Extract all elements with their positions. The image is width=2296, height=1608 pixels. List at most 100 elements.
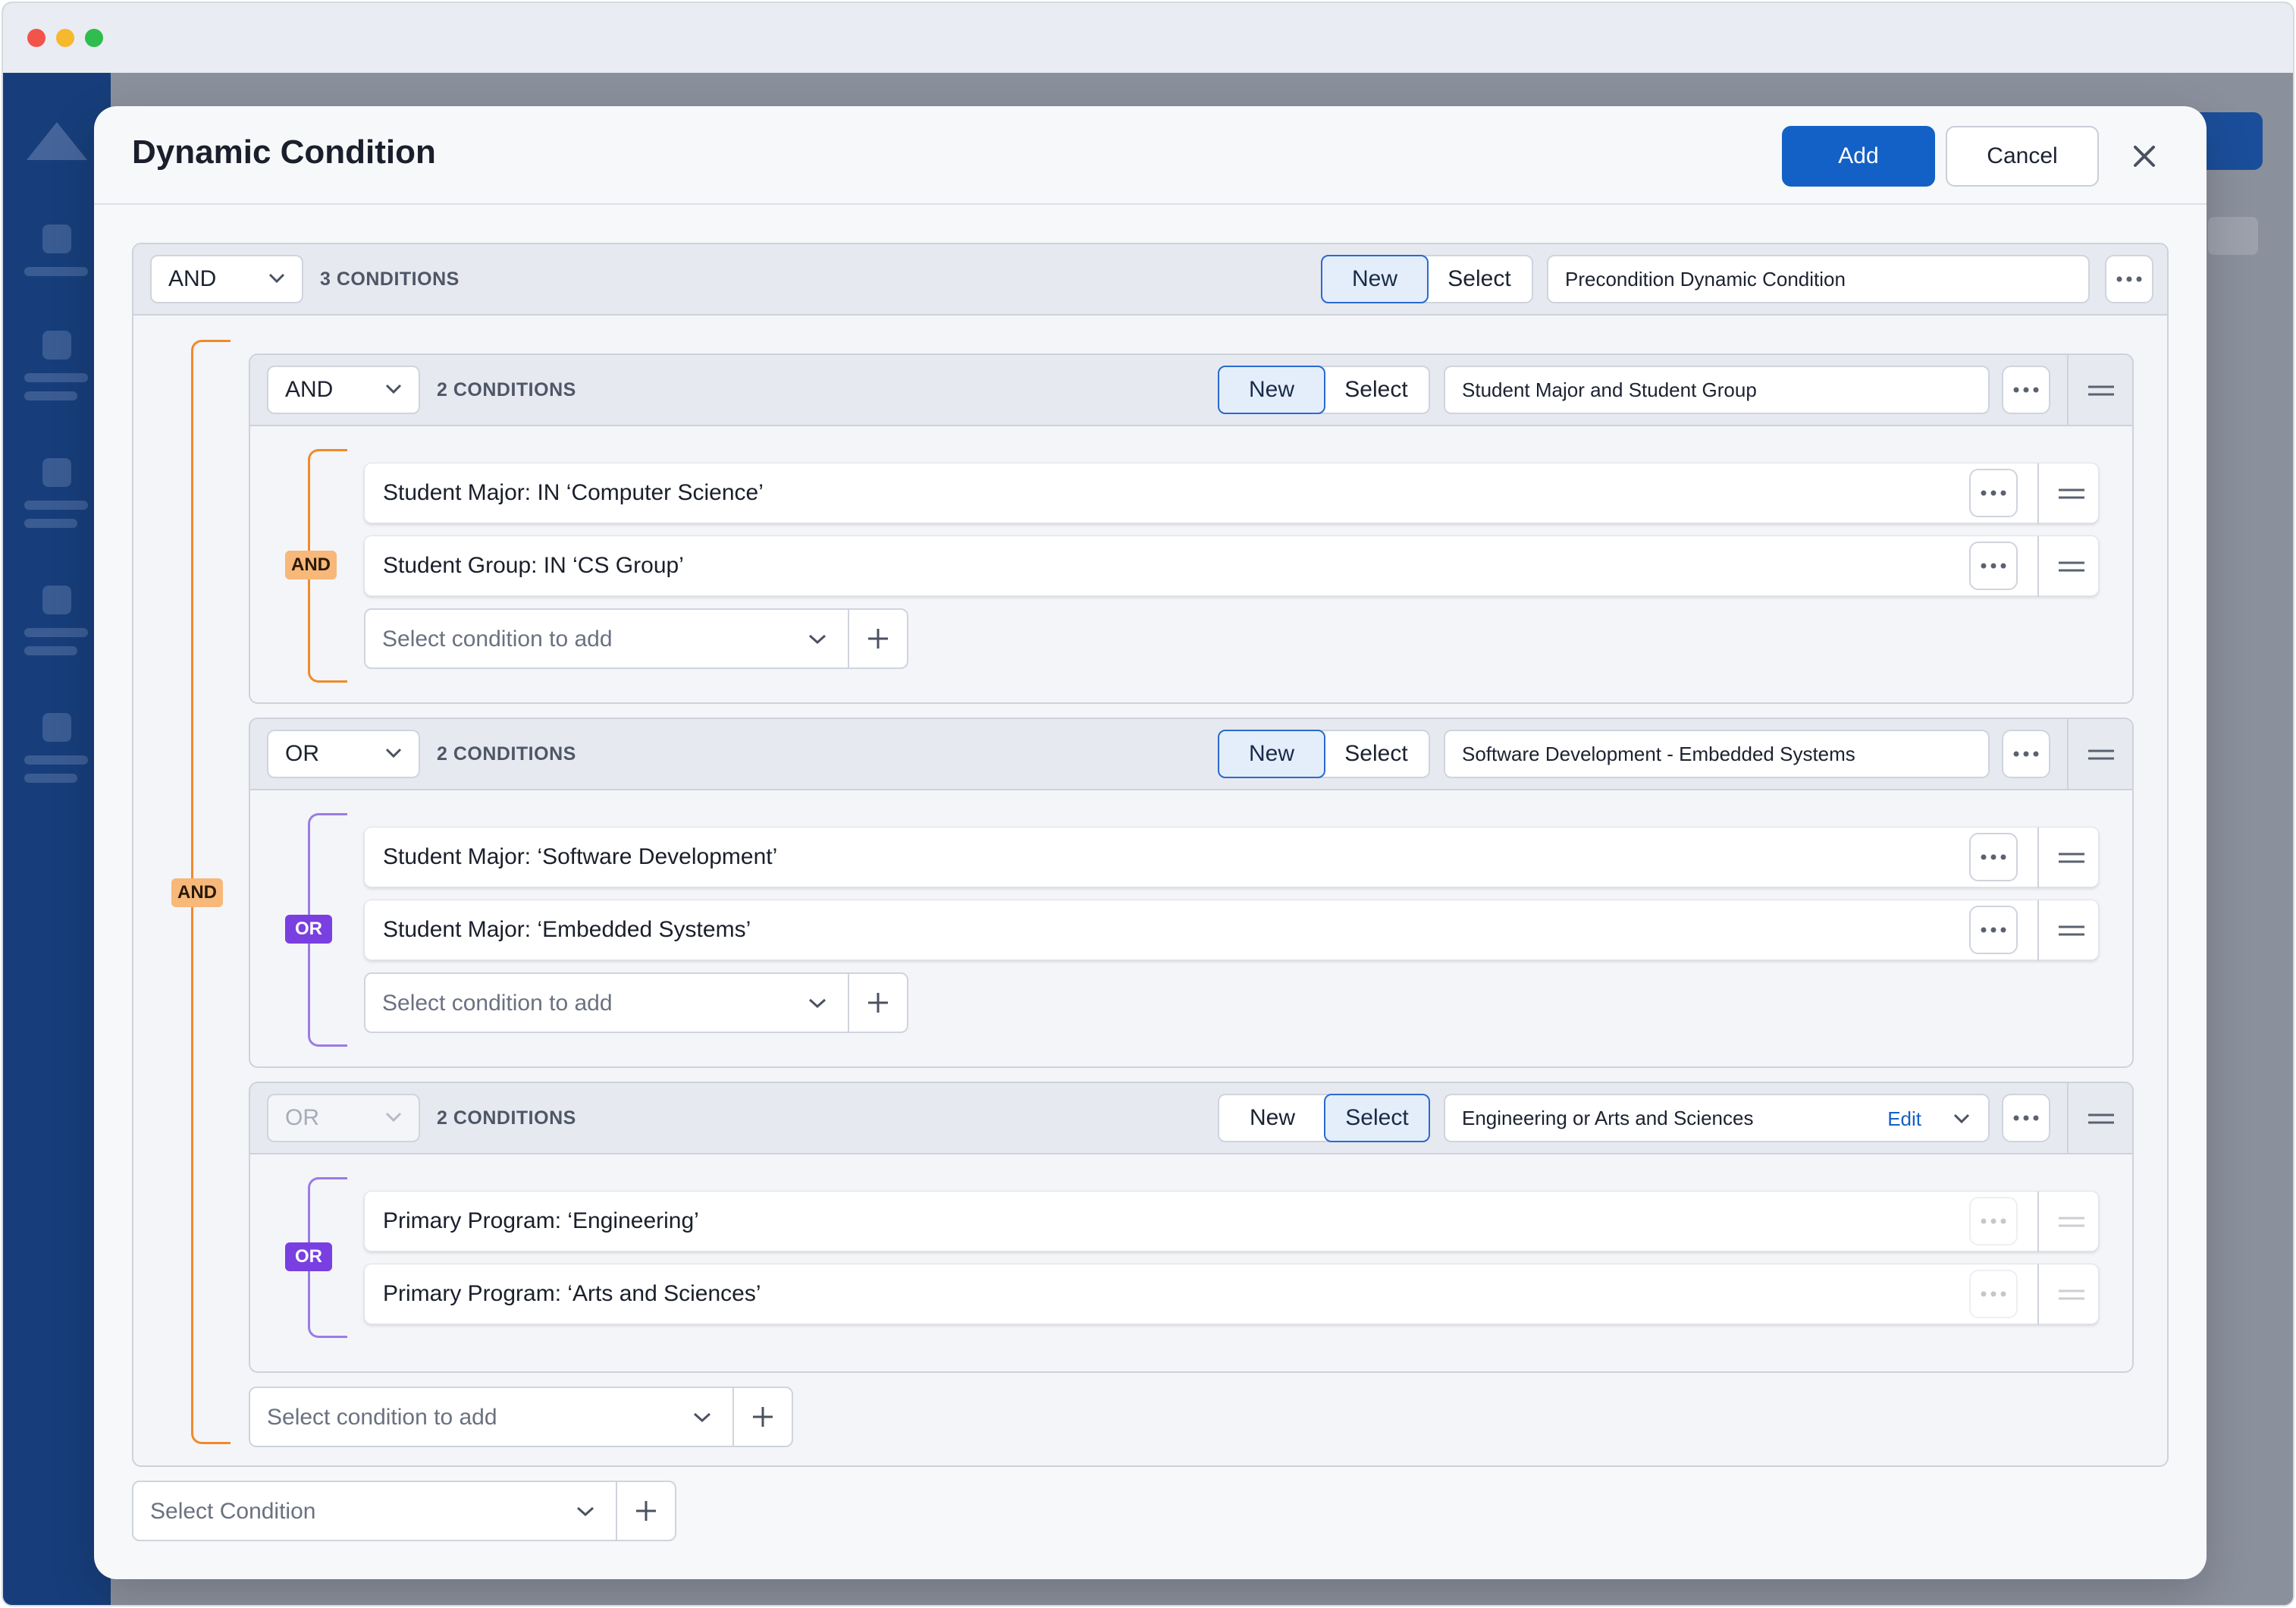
- minimize-window-dot[interactable]: [56, 29, 74, 47]
- divider: [2037, 463, 2039, 524]
- plus-icon: [636, 1501, 656, 1521]
- new-toggle-option[interactable]: New: [1321, 255, 1429, 303]
- edit-link[interactable]: Edit: [1887, 1107, 1921, 1131]
- drag-handle-icon[interactable]: [2059, 561, 2084, 572]
- add-condition-button[interactable]: [848, 974, 907, 1032]
- add-condition-dropdown[interactable]: Select condition to add: [267, 1405, 497, 1431]
- chevron-down-icon[interactable]: [693, 1412, 711, 1423]
- condition-name-value: Software Development - Embedded Systems: [1462, 742, 1855, 765]
- new-select-toggle: New Select: [1218, 1094, 1430, 1142]
- more-options-button[interactable]: [1969, 469, 2018, 517]
- maximize-window-dot[interactable]: [85, 29, 103, 47]
- select-toggle-option[interactable]: Select: [1324, 731, 1429, 777]
- more-horizontal-icon: [2013, 751, 2039, 757]
- close-icon[interactable]: [2123, 135, 2166, 177]
- condition-name-field[interactable]: Software Development - Embedded Systems: [1444, 730, 1990, 778]
- operator-value: AND: [285, 377, 334, 402]
- chevron-down-icon: [268, 273, 285, 284]
- drag-handle-icon[interactable]: [2059, 853, 2084, 863]
- sidebar-item[interactable]: [17, 225, 96, 316]
- operator-value: OR: [285, 1105, 319, 1130]
- chevron-down-icon: [385, 1112, 402, 1123]
- operator-value: OR: [285, 741, 319, 766]
- more-horizontal-icon: [1981, 927, 2006, 933]
- select-condition-dropdown[interactable]: Select Condition: [150, 1499, 315, 1525]
- more-options-button[interactable]: [2002, 366, 2050, 414]
- modal-header: Dynamic Condition Add Cancel: [94, 106, 2207, 205]
- condition-name-value: Precondition Dynamic Condition: [1565, 267, 1846, 291]
- or-badge: OR: [285, 915, 332, 944]
- sidebar-item[interactable]: [17, 331, 96, 422]
- select-toggle-option[interactable]: Select: [1324, 1094, 1430, 1142]
- new-toggle-option[interactable]: New: [1218, 366, 1325, 414]
- app-window: Dynamic Condition Add Cancel AND 3 CONDI…: [2, 2, 2294, 1606]
- condition-row[interactable]: Student Major: ‘Embedded Systems’: [364, 900, 2099, 961]
- new-toggle-option[interactable]: New: [1218, 730, 1325, 778]
- condition-name-field[interactable]: Precondition Dynamic Condition: [1547, 255, 2090, 303]
- modal-title: Dynamic Condition: [132, 133, 436, 171]
- drag-handle-icon[interactable]: [2059, 488, 2084, 499]
- close-window-dot[interactable]: [27, 29, 45, 47]
- add-condition-dropdown[interactable]: Select condition to add: [382, 627, 613, 652]
- condition-name-select[interactable]: Engineering or Arts and Sciences Edit: [1444, 1094, 1990, 1142]
- drag-handle-icon[interactable]: [2088, 749, 2114, 760]
- operator-value: AND: [168, 266, 217, 291]
- condition-label: Primary Program: ‘Engineering’: [383, 1208, 699, 1233]
- condition-label: Student Group: IN ‘CS Group’: [383, 553, 684, 578]
- condition-count: 2 CONDITIONS: [437, 1107, 576, 1129]
- drag-handle-icon[interactable]: [2059, 925, 2084, 936]
- more-options-button[interactable]: [2105, 255, 2153, 303]
- group-operator-dropdown[interactable]: AND: [267, 366, 420, 414]
- condition-name-value: Engineering or Arts and Sciences: [1462, 1106, 1754, 1129]
- plus-icon: [868, 993, 888, 1013]
- select-toggle-option[interactable]: Select: [1324, 367, 1429, 413]
- condition-count: 3 CONDITIONS: [320, 269, 460, 290]
- and-badge: AND: [285, 551, 337, 579]
- sidebar-item[interactable]: [17, 458, 96, 549]
- plus-icon: [753, 1407, 773, 1427]
- add-condition-button[interactable]: [732, 1388, 792, 1446]
- select-toggle-option[interactable]: Select: [1427, 256, 1532, 302]
- sidebar-item[interactable]: [17, 713, 96, 804]
- background-chip: [2208, 217, 2258, 255]
- cancel-button[interactable]: Cancel: [1946, 126, 2099, 187]
- drag-handle-icon[interactable]: [2088, 385, 2114, 396]
- more-options-button[interactable]: [2002, 730, 2050, 778]
- chevron-down-icon[interactable]: [576, 1506, 594, 1517]
- add-button[interactable]: Add: [1782, 126, 1935, 187]
- condition-label: Primary Program: ‘Arts and Sciences’: [383, 1281, 761, 1306]
- sidebar-item[interactable]: [17, 586, 96, 677]
- logo-icon: [27, 122, 87, 160]
- divider: [2037, 1264, 2039, 1325]
- chevron-down-icon[interactable]: [1953, 1113, 1970, 1124]
- drag-handle-icon[interactable]: [2088, 1113, 2114, 1124]
- more-options-button[interactable]: [1969, 833, 2018, 881]
- root-group-header: AND 3 CONDITIONS New Select Precondition…: [133, 244, 2167, 316]
- new-toggle-option[interactable]: New: [1219, 1095, 1325, 1141]
- more-options-button[interactable]: [1969, 542, 2018, 590]
- group-header: OR 2 CONDITIONS New Select Software Deve…: [250, 719, 2132, 790]
- chevron-down-icon[interactable]: [808, 998, 826, 1009]
- condition-row[interactable]: Student Major: ‘Software Development’: [364, 827, 2099, 888]
- group-operator-dropdown[interactable]: OR: [267, 730, 420, 778]
- chevron-down-icon: [385, 748, 402, 758]
- more-horizontal-icon: [1981, 490, 2006, 496]
- add-condition-button[interactable]: [616, 1482, 675, 1540]
- condition-group-1: AND 2 CONDITIONS New Select Student Majo…: [249, 353, 2134, 704]
- more-horizontal-icon: [2116, 276, 2142, 282]
- new-select-toggle: New Select: [1218, 730, 1430, 778]
- chevron-down-icon[interactable]: [808, 634, 826, 645]
- condition-row[interactable]: Student Group: IN ‘CS Group’: [364, 535, 2099, 597]
- condition-row[interactable]: Student Major: IN ‘Computer Science’: [364, 463, 2099, 524]
- condition-row: Primary Program: ‘Arts and Sciences’: [364, 1264, 2099, 1325]
- more-options-button[interactable]: [1969, 906, 2018, 954]
- divider: [2037, 828, 2039, 888]
- root-operator-dropdown[interactable]: AND: [150, 255, 303, 303]
- add-condition-button[interactable]: [848, 610, 907, 667]
- more-options-button[interactable]: [2002, 1094, 2050, 1142]
- add-condition-dropdown[interactable]: Select condition to add: [382, 991, 613, 1016]
- or-badge: OR: [285, 1242, 332, 1271]
- drag-handle-icon: [2059, 1217, 2084, 1227]
- condition-name-field[interactable]: Student Major and Student Group: [1444, 366, 1990, 414]
- divider: [2067, 355, 2069, 425]
